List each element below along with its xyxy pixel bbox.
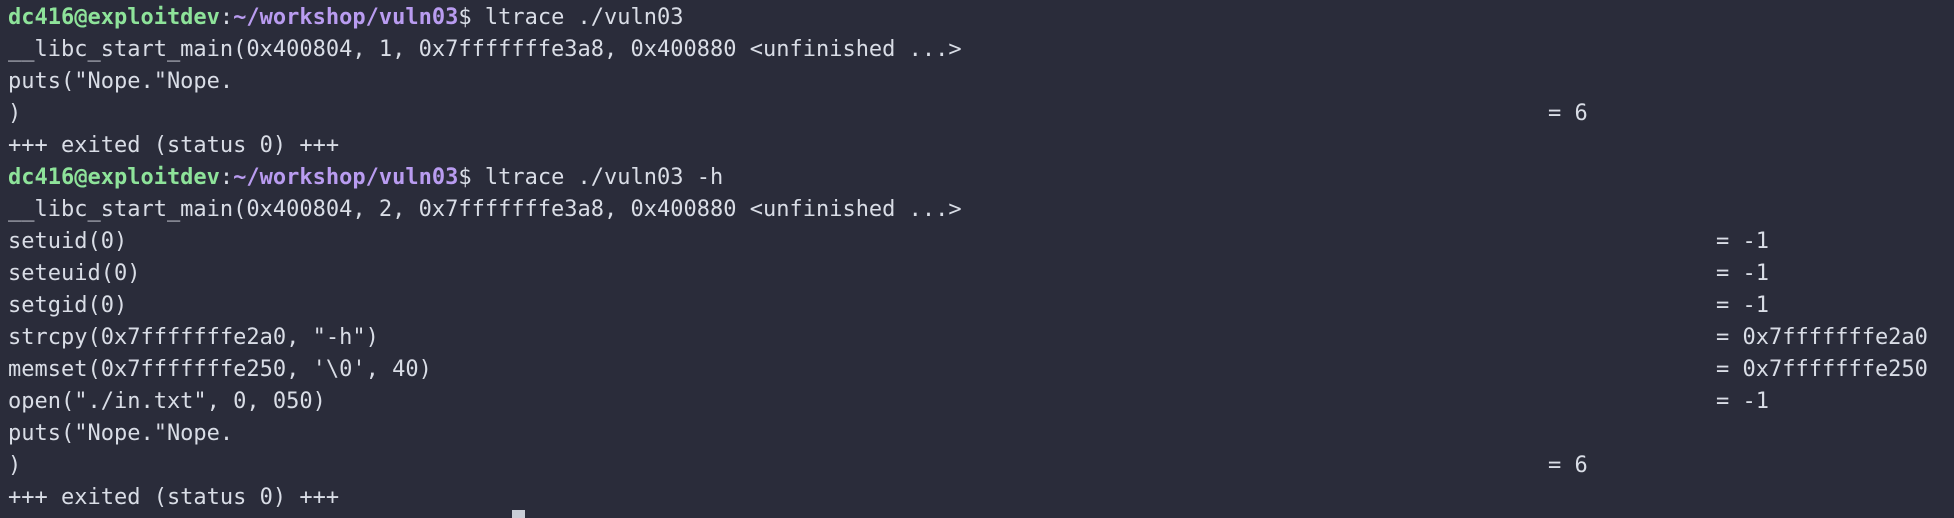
- call-text: open("./in.txt", 0, 050): [8, 389, 326, 414]
- prompt-line-2: dc416@exploitdev:~/workshop/vuln03$ ltra…: [0, 162, 1954, 194]
- return-value: = 6: [1548, 453, 1588, 478]
- call-text: ): [8, 453, 22, 478]
- output-line: strcpy(0x7fffffffe2a0, "-h") = 0x7fffffff…: [0, 322, 1954, 354]
- prompt-user-host: dc416@exploitdev: [8, 5, 220, 30]
- prompt-symbol: $: [458, 5, 472, 30]
- return-value: = 0x7fffffffe2a0: [1716, 325, 1928, 350]
- text-cursor: [512, 510, 525, 518]
- return-value: = -1: [1716, 229, 1769, 254]
- prompt-separator: :: [219, 5, 234, 30]
- prompt-path: ~/workshop/vuln03: [233, 5, 459, 30]
- output-line: memset(0x7fffffffe250, '\0', 40) = 0x7fff…: [0, 354, 1954, 386]
- command-text: ltrace ./vuln03: [471, 5, 684, 30]
- return-value: = -1: [1716, 389, 1769, 414]
- output-line: __libc_start_main(0x400804, 1, 0x7ffffff…: [8, 37, 962, 62]
- output-line: ) = 6: [0, 450, 1954, 482]
- call-text: memset(0x7fffffffe250, '\0', 40): [8, 357, 432, 382]
- output-line: open("./in.txt", 0, 050) = -1: [0, 386, 1954, 418]
- prompt-line-1: dc416@exploitdev:~/workshop/vuln03$ ltra…: [0, 2, 1954, 34]
- prompt-separator: :: [219, 165, 234, 190]
- call-text: strcpy(0x7fffffffe2a0, "-h"): [8, 325, 379, 350]
- call-text: setuid(0): [8, 229, 128, 254]
- prompt-path: ~/workshop/vuln03: [233, 165, 459, 190]
- return-value: = 6: [1548, 101, 1588, 126]
- command-text: ltrace ./vuln03 -h: [471, 165, 724, 190]
- return-value: = 0x7fffffffe250: [1716, 357, 1928, 382]
- terminal-window[interactable]: dc416@exploitdev:~/workshop/vuln03$ ltra…: [0, 0, 1954, 518]
- call-text: seteuid(0): [8, 261, 141, 286]
- output-line: puts("Nope."Nope.: [8, 69, 234, 94]
- prompt-user-host: dc416@exploitdev: [8, 165, 220, 190]
- return-value: = -1: [1716, 293, 1769, 318]
- output-line: +++ exited (status 0) +++: [8, 133, 340, 158]
- output-line: puts("Nope."Nope.: [8, 421, 234, 446]
- prompt-symbol: $: [458, 165, 472, 190]
- call-text: ): [8, 101, 22, 126]
- output-line: setuid(0) = -1: [0, 226, 1954, 258]
- call-text: setgid(0): [8, 293, 128, 318]
- return-value: = -1: [1716, 261, 1769, 286]
- output-line: __libc_start_main(0x400804, 2, 0x7ffffff…: [8, 197, 962, 222]
- output-line: +++ exited (status 0) +++: [8, 485, 340, 510]
- output-line: ) = 6: [0, 98, 1954, 130]
- output-line: setgid(0) = -1: [0, 290, 1954, 322]
- output-line: seteuid(0) = -1: [0, 258, 1954, 290]
